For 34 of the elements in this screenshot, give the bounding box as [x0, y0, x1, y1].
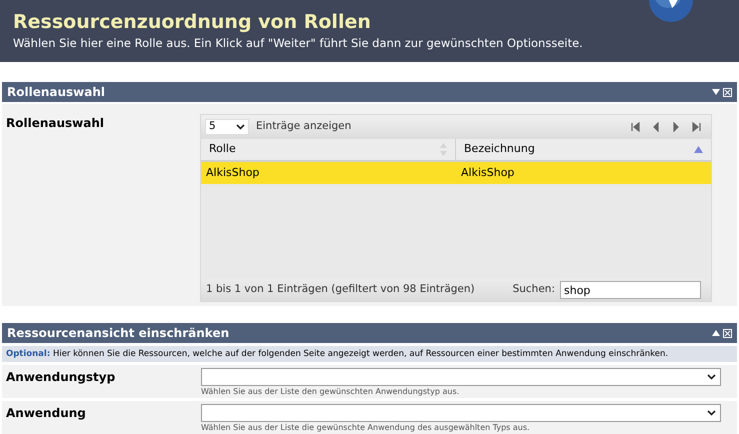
info-bar: Optional: Hier können Sie die Ressourcen, welche auf der folgenden Seite angezeigt werden, auf Ressourcen einer bestimmten Anwendung einschränken. — [2, 346, 737, 362]
select-field[interactable] — [201, 368, 721, 386]
next-page-icon[interactable] — [671, 122, 681, 132]
column-header[interactable]: Bezeichnung — [456, 139, 711, 160]
panel-title: Rollenauswahl — [7, 84, 106, 101]
collapse-icon[interactable] — [712, 89, 720, 95]
field-label: Rollenauswahl — [6, 115, 106, 132]
last-page-icon[interactable] — [691, 122, 701, 132]
page-size-label: Einträge anzeigen — [256, 119, 352, 134]
table-info: 1 bis 1 von 1 Einträgen (gefiltert von 98 Einträgen) — [206, 282, 476, 298]
table-cell-text: AlkisShop — [460, 164, 516, 181]
chevron-down-icon — [236, 124, 245, 130]
field-hint: Wählen Sie aus der Liste die gewünschte Anwendung des ausgewählten Typs aus. — [201, 422, 531, 433]
chevron-down-icon — [707, 410, 716, 416]
page-subtitle: Wählen Sie hier eine Rolle aus. Ein Klick auf "Weiter" führt Sie dann zur gewünschten Optionsseite. — [13, 35, 584, 52]
search-field[interactable]: shop — [560, 281, 701, 299]
table-row[interactable]: AlkisShop AlkisShop — [201, 162, 711, 184]
field-label: Anwendungstyp — [6, 369, 116, 386]
sort-ascending-icon[interactable] — [694, 146, 703, 153]
chevron-down-icon — [707, 374, 716, 380]
search-label: Suchen: — [512, 282, 555, 298]
page-title: Ressourcenzuordnung von Rollen — [13, 10, 371, 34]
first-page-icon[interactable] — [631, 122, 641, 132]
select-field[interactable] — [201, 404, 721, 422]
close-icon[interactable] — [723, 88, 732, 96]
previous-page-icon[interactable] — [651, 122, 661, 132]
field-hint: Wählen Sie aus der Liste den gewünschten Anwendungstyp aus. — [201, 386, 460, 397]
close-icon[interactable] — [723, 328, 732, 338]
expand-icon[interactable] — [712, 330, 720, 336]
panel-title: Ressourcenansicht einschränken — [7, 325, 230, 342]
field-label: Anwendung — [6, 405, 87, 422]
page-size-select[interactable]: 5 — [205, 119, 249, 135]
column-header[interactable]: Rolle — [201, 139, 456, 160]
table-cell-text: AlkisShop — [205, 164, 260, 181]
